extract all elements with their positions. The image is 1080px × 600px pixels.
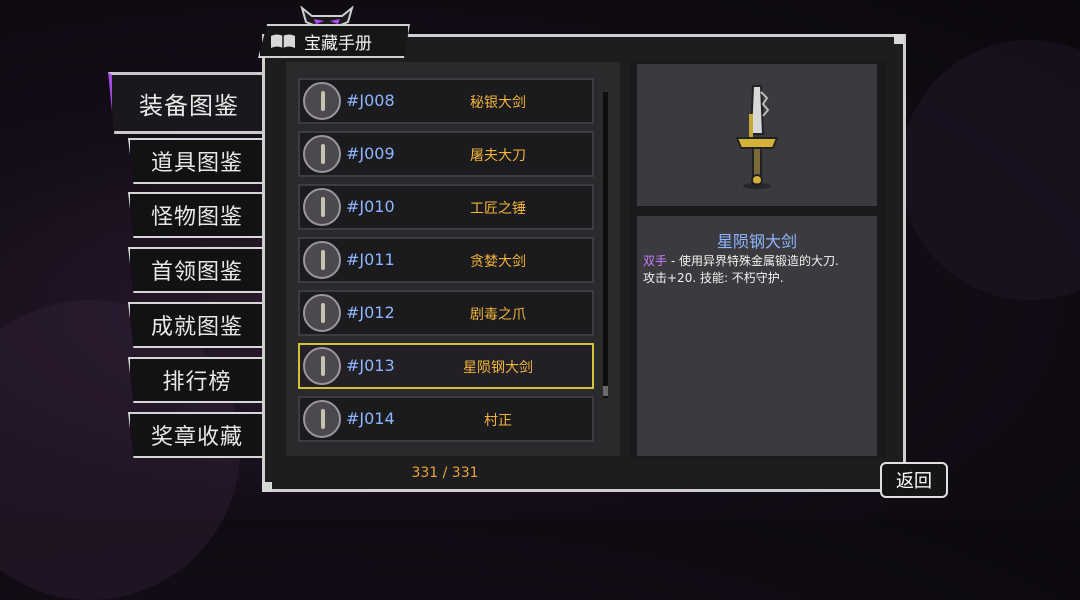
item-code: #J008 bbox=[346, 91, 395, 110]
background-swirl bbox=[900, 40, 1080, 300]
list-item[interactable]: #J014 村正 bbox=[298, 396, 594, 442]
list-item[interactable]: #J011 贪婪大剑 bbox=[298, 237, 594, 283]
item-list: #J008 秘银大剑 #J009 屠夫大刀 #J010 工匠之锤 #J011 贪… bbox=[286, 62, 620, 456]
list-item[interactable]: #J009 屠夫大刀 bbox=[298, 131, 594, 177]
tab-equipment[interactable]: 装备图鉴 bbox=[108, 72, 266, 134]
window-title: 宝藏手册 bbox=[258, 24, 410, 58]
panel-corner bbox=[894, 34, 904, 44]
detail-title: 星陨钢大剑 bbox=[716, 232, 797, 251]
description-line-1: - 使用异界特殊金属锻造的大刀. bbox=[667, 254, 839, 268]
book-icon bbox=[271, 34, 295, 48]
window-title-label: 宝藏手册 bbox=[304, 33, 372, 54]
list-item-selected[interactable]: #J013 星陨钢大剑 bbox=[298, 343, 594, 389]
item-code: #J010 bbox=[346, 197, 395, 216]
item-code: #J014 bbox=[346, 409, 395, 428]
description-line-2: 攻击+20. 技能: 不朽守护. bbox=[643, 271, 784, 285]
list-item[interactable]: #J008 秘银大剑 bbox=[298, 78, 594, 124]
tab-achievements[interactable]: 成就图鉴 bbox=[128, 302, 264, 348]
tab-bosses[interactable]: 首领图鉴 bbox=[128, 247, 264, 293]
item-code: #J013 bbox=[346, 356, 395, 375]
item-name: 屠夫大刀 bbox=[470, 148, 526, 164]
tab-medals[interactable]: 奖章收藏 bbox=[128, 412, 264, 458]
item-name: 村正 bbox=[484, 413, 512, 429]
item-detail bbox=[637, 216, 877, 456]
collection-count: 331 / 331 bbox=[411, 465, 479, 481]
detail-description: 双手 - 使用异界特殊金属锻造的大刀. 攻击+20. 技能: 不朽守护. bbox=[643, 253, 873, 287]
list-scrollbar[interactable] bbox=[603, 92, 608, 398]
sword-icon bbox=[303, 82, 341, 120]
item-name: 剧毒之爪 bbox=[470, 307, 526, 323]
sword-icon bbox=[303, 347, 341, 385]
weapon-type-tag: 双手 bbox=[643, 254, 668, 268]
item-code: #J012 bbox=[346, 303, 395, 322]
list-item[interactable]: #J012 剧毒之爪 bbox=[298, 290, 594, 336]
item-code: #J011 bbox=[346, 250, 395, 269]
back-label: 返回 bbox=[896, 471, 932, 492]
greatsword-icon bbox=[735, 85, 779, 189]
item-name: 星陨钢大剑 bbox=[463, 360, 533, 376]
item-name: 贪婪大剑 bbox=[470, 254, 526, 270]
hammer-icon bbox=[303, 188, 341, 226]
scrollbar-thumb[interactable] bbox=[603, 386, 608, 396]
sword-icon bbox=[303, 135, 341, 173]
tab-monsters[interactable]: 怪物图鉴 bbox=[128, 192, 264, 238]
sword-icon bbox=[303, 241, 341, 279]
tab-items[interactable]: 道具图鉴 bbox=[128, 138, 264, 184]
panel-corner bbox=[262, 482, 272, 492]
tab-leaderboard[interactable]: 排行榜 bbox=[128, 357, 264, 403]
back-button[interactable]: 返回 bbox=[880, 462, 948, 498]
list-item[interactable]: #J010 工匠之锤 bbox=[298, 184, 594, 230]
item-name: 工匠之锤 bbox=[470, 201, 526, 217]
item-code: #J009 bbox=[346, 144, 395, 163]
sword-icon bbox=[303, 400, 341, 438]
item-name: 秘银大剑 bbox=[470, 95, 526, 111]
claw-icon bbox=[303, 294, 341, 332]
item-preview bbox=[637, 64, 877, 206]
